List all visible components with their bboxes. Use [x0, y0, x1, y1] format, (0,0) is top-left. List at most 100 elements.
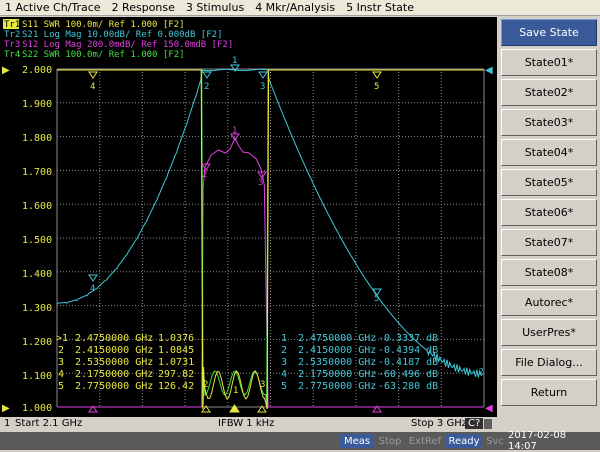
- state01-button[interactable]: State01*: [501, 49, 597, 76]
- ref-level-arrow-left[interactable]: ▶: [2, 65, 10, 76]
- marker-2-s21[interactable]: 2: [204, 82, 209, 92]
- trace-2-label[interactable]: S21 Log Mag 10.00dB/ Ref 0.000dB [F2]: [22, 30, 222, 40]
- mk-s11-n: 4: [58, 369, 64, 380]
- marker-4-s11-triangle: [88, 71, 98, 79]
- state07-button[interactable]: State07*: [501, 229, 597, 256]
- mk-s11-val: 1.0731: [158, 357, 194, 368]
- y-label: 1.400: [22, 269, 52, 280]
- marker-5-s11[interactable]: 5: [374, 82, 379, 92]
- marker-4-s21-triangle: [88, 274, 98, 282]
- y-label: 1.100: [22, 371, 52, 382]
- state02-button[interactable]: State02*: [501, 79, 597, 106]
- mk-s21-val: -63.280 dB: [378, 381, 438, 392]
- trace-display[interactable]: Tr1 S11 SWR 100.0m/ Ref 1.000 [F2] Tr2 S…: [0, 17, 497, 417]
- trace-plot: Tr1 S11 SWR 100.0m/ Ref 1.000 [F2] Tr2 S…: [2, 19, 493, 414]
- mk-s21-freq: 2.1750000 GHz: [298, 369, 376, 380]
- mk-s11-n: 3: [58, 357, 64, 368]
- start-frequency[interactable]: Start 2.1 GHz: [15, 418, 82, 429]
- y-label: 1.800: [22, 133, 52, 144]
- state03-button[interactable]: State03*: [501, 109, 597, 136]
- trace-3-id[interactable]: Tr3: [4, 40, 20, 50]
- y-label: 1.900: [22, 99, 52, 110]
- trace-2-id[interactable]: Tr2: [4, 30, 20, 40]
- mk-s11-n: 2: [58, 345, 64, 356]
- marker-table-s11: >1 2.4750000 GHz 1.0376 2 2.4150000 GHz …: [56, 333, 194, 392]
- marker-4-s21[interactable]: 4: [90, 284, 95, 294]
- mk-s21-freq: 2.4750000 GHz: [298, 333, 376, 344]
- channel-number[interactable]: 1: [4, 418, 10, 429]
- mk-s21-freq: 2.5350000 GHz: [298, 357, 376, 368]
- trace-1-label[interactable]: S11 SWR 100.0m/ Ref 1.000 [F2]: [22, 20, 185, 30]
- mk-s21-val: -0.3337 dB: [378, 333, 438, 344]
- trace-3-label[interactable]: S12 Log Mag 200.0mdB/ Ref 150.0mdB [F2]: [22, 40, 233, 50]
- mk-s21-freq: 2.4150000 GHz: [298, 345, 376, 356]
- marker-3-s12[interactable]: 3: [258, 178, 263, 188]
- ifbw[interactable]: IFBW 1 kHz: [218, 418, 274, 429]
- mk-s11-val: 297.82: [158, 369, 194, 380]
- calibration-status[interactable]: C?: [465, 418, 484, 429]
- y-label: 1.500: [22, 235, 52, 246]
- mk-s21-val: -0.4187 dB: [378, 357, 438, 368]
- userpres-button[interactable]: UserPres*: [501, 319, 597, 346]
- menu-mkr-analysis[interactable]: 4 Mkr/Analysis: [250, 1, 341, 14]
- mk-s21-n: 3: [281, 357, 287, 368]
- trace-4-label[interactable]: S22 SWR 100.0m/ Ref 1.000 [F2]: [22, 50, 185, 60]
- date-time: 2017-02-08 14:07: [508, 430, 567, 452]
- mk-s21-val: -0.4394 dB: [378, 345, 438, 356]
- meas-indicator: Meas: [340, 434, 374, 448]
- menu-bar: 1 Active Ch/Trace 2 Response 3 Stimulus …: [0, 0, 600, 16]
- menu-response[interactable]: 2 Response: [107, 1, 181, 14]
- mk-s11-freq: 2.5350000 GHz: [75, 357, 153, 368]
- marker-5-s21[interactable]: 5: [374, 294, 379, 304]
- y-label: 1.600: [22, 201, 52, 212]
- marker-1-s11[interactable]: 1: [233, 386, 238, 396]
- mk-s11-freq: 2.7750000 GHz: [75, 381, 153, 392]
- trace-s21: [56, 68, 483, 378]
- ready-indicator: Ready: [446, 434, 482, 448]
- marker-3-s21[interactable]: 3: [260, 82, 265, 92]
- mk-s11-val: 126.42: [158, 381, 194, 392]
- state05-button[interactable]: State05*: [501, 169, 597, 196]
- ref-level-arrow-left-bottom[interactable]: ▶: [2, 403, 10, 414]
- channel-scroll[interactable]: [484, 419, 492, 429]
- marker-4-s11[interactable]: 4: [90, 82, 95, 92]
- stop-indicator: Stop: [378, 435, 402, 447]
- marker-2-s11[interactable]: 2: [203, 380, 208, 390]
- mk-s21-val: -60.496 dB: [378, 369, 438, 380]
- extref-indicator: ExtRef: [408, 435, 442, 447]
- marker-3-s11[interactable]: 3: [260, 380, 265, 390]
- state08-button[interactable]: State08*: [501, 259, 597, 286]
- mk-s11-n: >1: [56, 333, 68, 344]
- mk-s21-freq: 2.7750000 GHz: [298, 381, 376, 392]
- mk-s21-n: 2: [281, 345, 287, 356]
- marker-2-s12[interactable]: 2: [202, 170, 207, 180]
- menu-active-ch-trace[interactable]: 1 Active Ch/Trace: [0, 1, 107, 14]
- trace-4-id[interactable]: Tr4: [4, 50, 20, 60]
- mk-s21-n: 4: [281, 369, 287, 380]
- marker-5-s11-triangle: [372, 71, 382, 79]
- file-dialog-button[interactable]: File Dialog...: [501, 349, 597, 376]
- mk-s11-val: 1.0845: [158, 345, 194, 356]
- mk-s11-freq: 2.4150000 GHz: [75, 345, 153, 356]
- marker-2-s21-triangle: [202, 71, 212, 79]
- stop-frequency[interactable]: Stop 3 GHz: [411, 418, 467, 429]
- state04-button[interactable]: State04*: [501, 139, 597, 166]
- status-bar: Meas Stop ExtRef Ready Svc 2017-02-08 14…: [0, 430, 600, 452]
- softkey-panel: Save State State01* State02* State03* St…: [499, 17, 600, 417]
- y-axis-labels: 2.000 1.900 1.800 1.700 1.600 1.500 1.40…: [22, 65, 52, 414]
- y-label: 1.000: [22, 403, 52, 414]
- marker-3-s21-triangle: [258, 71, 268, 79]
- ref-level-arrow-right-bottom[interactable]: ◀: [485, 403, 493, 414]
- menu-stimulus[interactable]: 3 Stimulus: [181, 1, 250, 14]
- menu-instr-state[interactable]: 5 Instr State: [341, 1, 420, 14]
- mk-s21-n: 5: [281, 381, 287, 392]
- autorec-button[interactable]: Autorec*: [501, 289, 597, 316]
- marker-1-bottom-active: [229, 404, 240, 413]
- ref-level-arrow-right[interactable]: ◀: [485, 65, 493, 76]
- return-button[interactable]: Return: [501, 379, 597, 406]
- state06-button[interactable]: State06*: [501, 199, 597, 226]
- trace-1-id[interactable]: Tr1: [4, 20, 20, 30]
- marker-1-s12[interactable]: 1: [232, 126, 237, 136]
- y-label: 1.700: [22, 167, 52, 178]
- save-state-title[interactable]: Save State: [501, 19, 597, 46]
